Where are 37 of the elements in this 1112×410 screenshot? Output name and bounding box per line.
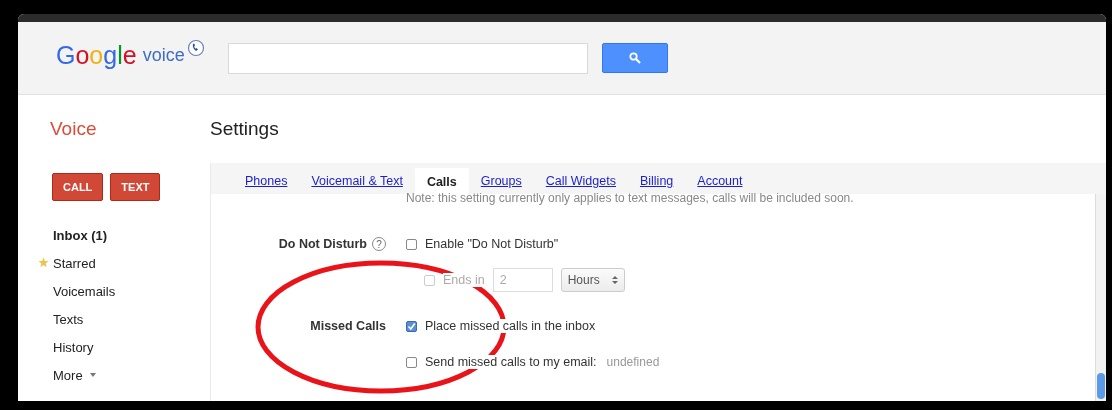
note-text: Note: this setting currently only applies to text messages, calls will be included soon. — [406, 192, 855, 204]
option-label: Ends in — [443, 273, 485, 287]
settings-tab[interactable]: Groups — [468, 174, 534, 194]
checkbox[interactable] — [406, 238, 417, 250]
sidebar-item[interactable]: More — [52, 361, 96, 389]
sidebar-item[interactable]: Voicemails — [52, 277, 116, 305]
option-label: Send missed calls to my email: — [425, 355, 597, 369]
checkbox[interactable] — [406, 356, 417, 368]
app-title: Voice — [49, 118, 98, 140]
action-button[interactable]: CALL — [52, 173, 104, 201]
page-title: Settings — [210, 118, 279, 140]
google-voice-logo: Google voice — [18, 40, 228, 70]
settings-tab[interactable]: Account — [685, 174, 755, 194]
search-icon — [629, 52, 641, 64]
sidebar-item[interactable]: History — [52, 333, 94, 361]
sidebar-item[interactable]: Inbox (1) — [52, 221, 108, 249]
setting-label: Missed Calls — [310, 319, 386, 333]
star-icon — [38, 257, 49, 268]
option-label: Place missed calls in the inbox — [425, 319, 596, 333]
help-icon[interactable]: ? — [372, 237, 386, 251]
scrollbar[interactable] — [1095, 194, 1106, 401]
sidebar-item[interactable]: Starred — [52, 249, 96, 277]
caret-icon — [89, 373, 96, 377]
settings-tab[interactable]: Call Widgets — [533, 174, 628, 194]
settings-tab[interactable]: Voicemail & Text — [299, 174, 415, 194]
up-down-arrows-icon — [611, 275, 618, 285]
settings-tab[interactable]: Billing — [627, 174, 686, 194]
option-label: Enable "Do Not Disturb" — [425, 237, 559, 251]
search-field[interactable] — [228, 42, 588, 74]
setting-label: Do Not Disturb — [278, 237, 367, 251]
sidebar-item[interactable]: Texts — [52, 305, 84, 333]
email-value: undefined — [606, 355, 660, 369]
settings-tab[interactable]: Calls — [414, 168, 469, 194]
search-button[interactable] — [602, 43, 668, 73]
action-button[interactable]: TEXT — [110, 173, 161, 201]
settings-tab[interactable]: Phones — [233, 174, 300, 194]
checkbox[interactable] — [406, 320, 417, 332]
